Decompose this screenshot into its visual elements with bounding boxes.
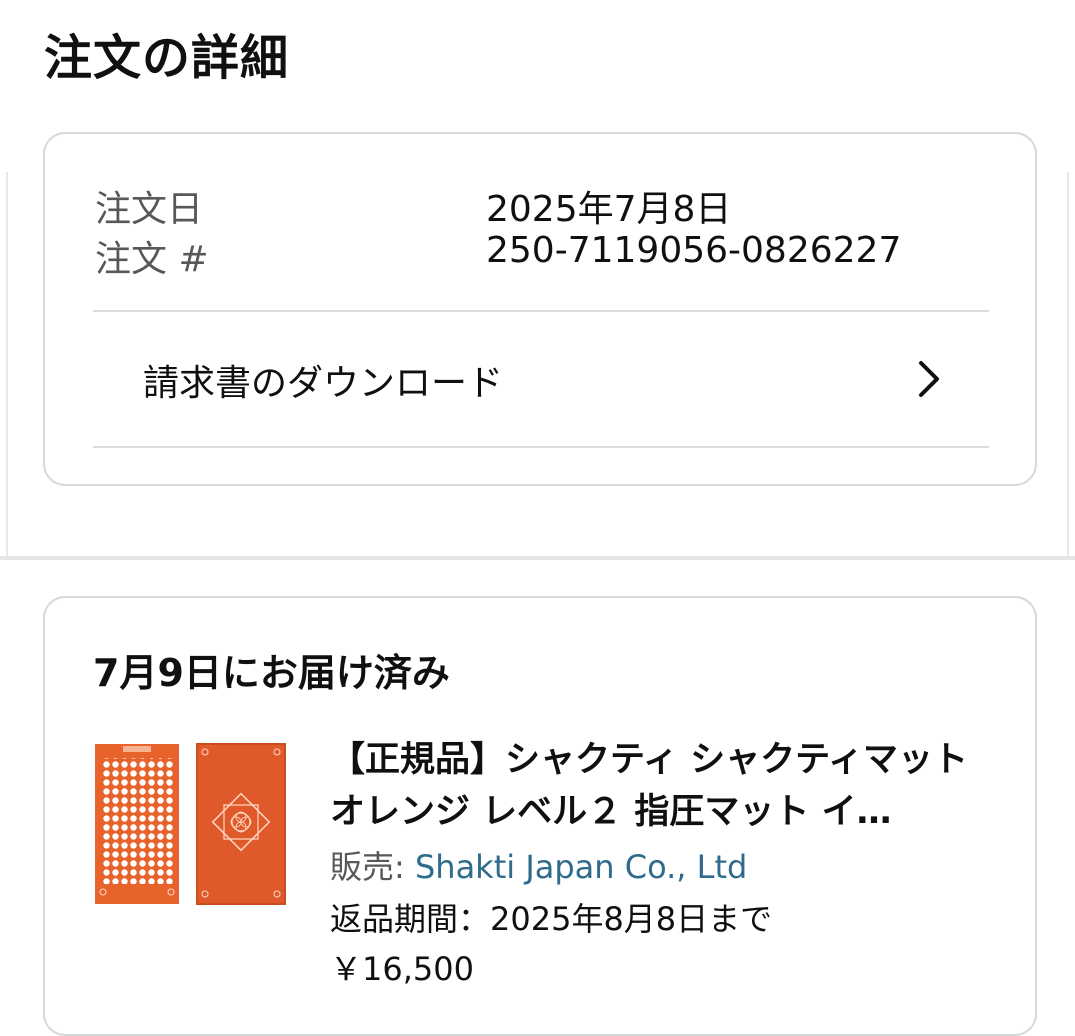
product-title-link[interactable]: 【正規品】シャクティ シャクティマット オレンジ レベル２ 指圧マット イ… <box>330 734 990 838</box>
section-separator <box>0 556 1075 560</box>
seller-label: 販売: <box>330 848 415 886</box>
right-carousel-edge <box>1067 172 1075 558</box>
order-number-value: 250-7119056-0826227 <box>486 230 902 271</box>
product-price: ￥16,500 <box>330 950 474 988</box>
order-date-value: 2025年7月8日 <box>486 189 732 230</box>
return-period: 返品期間：2025年8月8日まで <box>330 900 773 938</box>
order-date-label: 注文日 <box>95 189 204 230</box>
order-number-label: 注文 # <box>95 239 209 280</box>
order-summary-card: 注文日 2025年7月8日 注文 # 250-7119056-0826227 請… <box>43 132 1037 486</box>
chevron-right-icon <box>919 361 939 397</box>
page-title: 注文の詳細 <box>44 30 290 86</box>
product-image[interactable] <box>93 742 287 906</box>
invoice-download-label: 請求書のダウンロード <box>143 363 504 404</box>
shipment-card: 7月9日にお届け済み 【正規品】シャクティ シャクティマット オレンジ レベル２… <box>43 596 1037 1036</box>
seller-name-link[interactable]: Shakti Japan Co., Ltd <box>415 848 747 886</box>
seller-line: 販売: Shakti Japan Co., Ltd <box>330 842 747 888</box>
left-carousel-edge <box>0 172 8 558</box>
invoice-download-link[interactable]: 請求書のダウンロード <box>93 312 989 446</box>
divider <box>93 446 989 448</box>
delivery-status: 7月9日にお届け済み <box>93 651 450 695</box>
